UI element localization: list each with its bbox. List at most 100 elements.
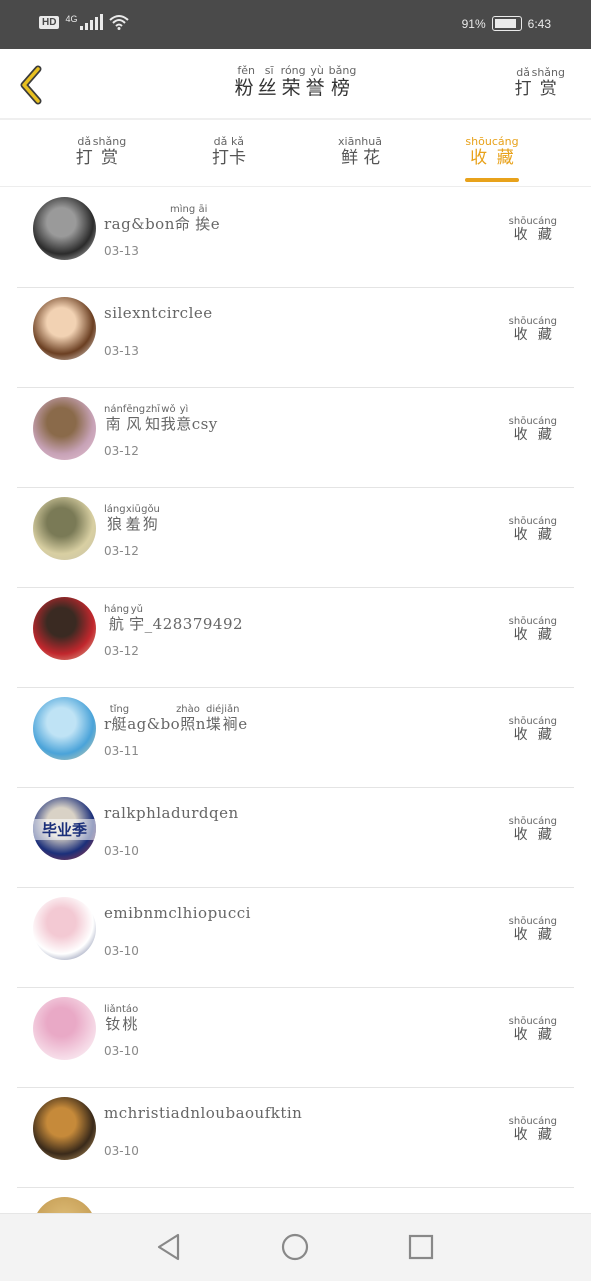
user-name-pinyin: wǒ <box>160 404 177 415</box>
tab-reward[interactable]: 打dǎ赏shǎng <box>51 135 151 168</box>
tab-label-pinyin: kǎ <box>229 135 246 148</box>
avatar-text: 毕业季 <box>33 819 96 840</box>
tab-label-pinyin: shōu <box>465 135 492 148</box>
reward-link[interactable]: 打dǎ赏shǎng <box>514 66 565 99</box>
nav-recents-icon[interactable] <box>406 1232 436 1262</box>
tab-label-pinyin: xiān <box>338 135 362 148</box>
user-name-text: n <box>195 715 206 733</box>
favorite-label-pinyin: shōu <box>508 1116 533 1127</box>
tab-checkin[interactable]: 打dǎ卡kǎ <box>179 135 279 168</box>
system-nav-bar <box>0 1213 591 1281</box>
reward-link-pinyin: dǎ <box>514 66 532 79</box>
list-item[interactable]: mchristiadnloubaoufktin 03-10 收shōu藏cáng <box>17 1088 574 1188</box>
avatar[interactable] <box>33 897 96 960</box>
tab-flowers[interactable]: 鲜xiān花huā <box>310 135 410 168</box>
avatar[interactable] <box>33 297 96 360</box>
list-item[interactable]: r艇tǐngag&bo照zhàon堞dié裥jiǎne 03-11 收shōu藏cá… <box>17 688 574 788</box>
avatar[interactable] <box>33 597 96 660</box>
list-item[interactable]: silexntcirclee 03-13 收shōu藏cáng <box>17 288 574 388</box>
favorite-label-char: 藏cáng <box>532 216 557 243</box>
favorite-label-pinyin: cáng <box>532 1016 557 1027</box>
clock: 6:43 <box>527 16 551 31</box>
avatar[interactable] <box>33 697 96 760</box>
tab-label-char: 卡kǎ <box>229 135 246 168</box>
avatar[interactable] <box>33 997 96 1060</box>
favorite-label: 收shōu藏cáng <box>509 1016 557 1044</box>
user-name-char: 桃táo <box>122 1004 139 1033</box>
user-name-char: 羞xiū <box>125 504 142 533</box>
favorite-label: 收shōu藏cáng <box>509 916 557 944</box>
battery-percent: 91% <box>461 16 486 31</box>
user-name-pinyin: xiū <box>125 504 142 515</box>
tab-label-char: 花huā <box>361 135 382 168</box>
user-name-char: 意yì <box>176 404 192 433</box>
nav-home-icon[interactable] <box>280 1232 310 1262</box>
user-name-char: 裥jiǎn <box>221 704 240 733</box>
avatar[interactable]: 毕业季 <box>33 797 96 860</box>
title-pinyin: róng <box>280 64 306 77</box>
avatar[interactable] <box>33 397 96 460</box>
user-name: 钕liǎn桃táo <box>104 1004 138 1034</box>
favorite-label-pinyin: shōu <box>508 716 533 727</box>
list-item[interactable]: emibnmclhiopucci 03-10 收shōu藏cáng <box>17 888 574 988</box>
user-name-char: 狗gǒu <box>141 504 160 533</box>
list-item[interactable]: 航háng宇yǔ_428379492 03-12 收shōu藏cáng <box>17 588 574 688</box>
favorite-label: 收shōu藏cáng <box>509 216 557 244</box>
title-pinyin: sī <box>257 64 281 77</box>
avatar[interactable] <box>33 1097 96 1160</box>
date-label: 03-10 <box>104 944 139 958</box>
user-name-text: emibnmclhiopucci <box>104 904 251 922</box>
hd-indicator: HD <box>39 15 60 29</box>
battery-icon <box>491 16 522 31</box>
user-name-char: 航háng <box>104 604 130 633</box>
avatar[interactable] <box>33 497 96 560</box>
tab-favorite[interactable]: 收shōu藏cáng <box>442 135 542 168</box>
user-name-char: 宇yǔ <box>129 604 145 633</box>
nav-back-icon[interactable] <box>154 1232 184 1262</box>
favorite-label-char: 藏cáng <box>532 616 557 643</box>
favorite-label: 收shōu藏cáng <box>509 316 557 344</box>
favorite-label-pinyin: cáng <box>532 616 557 627</box>
user-name-pinyin: yǔ <box>129 604 145 615</box>
tab-label-char: 鲜xiān <box>338 135 362 168</box>
user-name-text: silexntcirclee <box>104 304 213 322</box>
user-name: ralkphladurdqen <box>104 804 239 822</box>
tab-label-char: 打dǎ <box>75 135 93 168</box>
favorite-label: 收shōu藏cáng <box>509 1116 557 1144</box>
page-title: 粉fěn丝sī荣róng誉yù榜bǎng <box>235 64 357 99</box>
user-name-char: 挨āi <box>195 204 211 233</box>
favorite-label-char: 收shōu <box>508 1116 533 1143</box>
title-char: 荣róng <box>280 64 306 99</box>
list-item[interactable]: 钕liǎn桃táo 03-10 收shōu藏cáng <box>17 988 574 1088</box>
list-item[interactable]: rag&bon命mìng挨āie 03-13 收shōu藏cáng <box>17 188 574 288</box>
tab-label-pinyin: dǎ <box>75 135 93 148</box>
user-name: mchristiadnloubaoufktin <box>104 1104 302 1122</box>
user-name-char: 照zhào <box>176 704 200 733</box>
user-name-pinyin: zhào <box>176 704 200 715</box>
user-name-char: 狼láng <box>104 504 126 533</box>
user-name-pinyin: āi <box>195 204 211 215</box>
list-item[interactable]: 毕业季 ralkphladurdqen 03-10 收shōu藏cáng <box>17 788 574 888</box>
user-name-char: 知zhī <box>145 404 161 433</box>
user-name: r艇tǐngag&bo照zhàon堞dié裥jiǎne <box>104 704 248 734</box>
favorite-label-pinyin: shōu <box>508 916 533 927</box>
favorite-label-pinyin: shōu <box>508 616 533 627</box>
network-type: 4G <box>65 14 78 24</box>
list-item[interactable]: 南nán风fēng知zhī我wǒ意yìcsy 03-12 收shōu藏cáng <box>17 388 574 488</box>
tab-bar: 打dǎ赏shǎng 打dǎ卡kǎ 鲜xiān花huā 收shōu藏cáng <box>0 120 591 187</box>
reward-link-char: 打dǎ <box>514 66 532 99</box>
tab-label-pinyin: cáng <box>491 135 519 148</box>
user-name-char: 堞dié <box>205 704 222 733</box>
list-item[interactable]: 狼láng羞xiū狗gǒu 03-12 收shōu藏cáng <box>17 488 574 588</box>
favorite-label-char: 收shōu <box>508 316 533 343</box>
favorite-label: 收shōu藏cáng <box>509 716 557 744</box>
user-name: emibnmclhiopucci <box>104 904 251 922</box>
user-name-pinyin: mìng <box>170 204 196 215</box>
favorite-label: 收shōu藏cáng <box>509 816 557 844</box>
user-name-char: 艇tǐng <box>109 704 130 733</box>
avatar[interactable] <box>33 197 96 260</box>
date-label: 03-12 <box>104 444 139 458</box>
favorite-label-char: 藏cáng <box>532 1016 557 1043</box>
favorite-label-pinyin: shōu <box>508 216 533 227</box>
user-name: rag&bon命mìng挨āie <box>104 204 220 234</box>
